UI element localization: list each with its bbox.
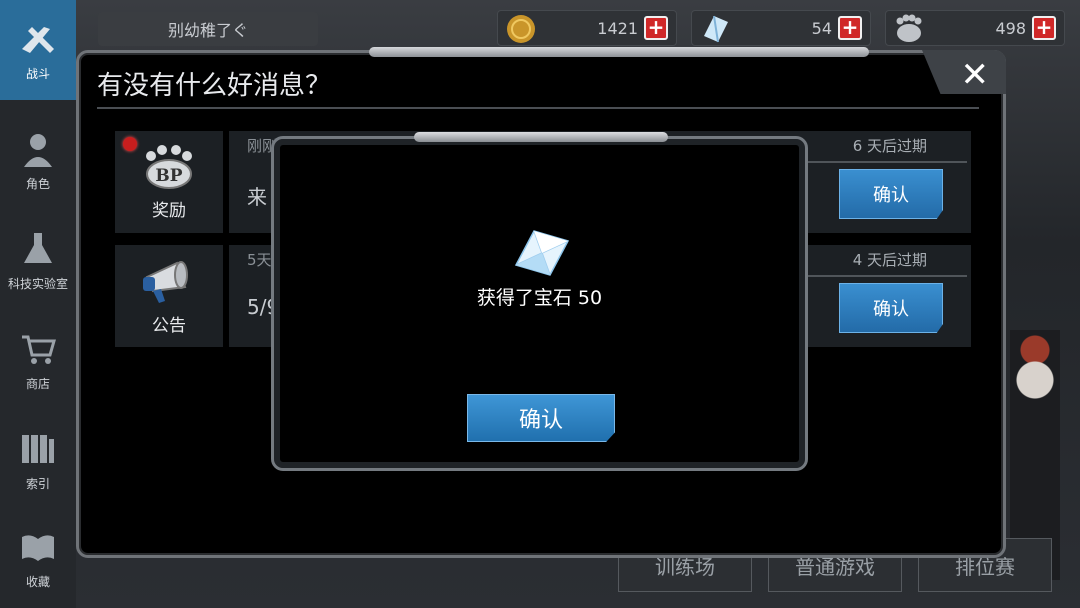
popup-confirm-button[interactable]: 确认 xyxy=(467,394,615,442)
nav-battle-label: 战斗 xyxy=(25,66,50,81)
guns-icon xyxy=(22,26,54,53)
reward-message: 获得了宝石 50 xyxy=(476,287,603,309)
bp-icon xyxy=(896,14,922,42)
cart-icon xyxy=(22,335,56,364)
coin-icon xyxy=(507,15,535,43)
reward-popup: 获得了宝石 50 确认 xyxy=(271,132,808,471)
nav-character[interactable]: 角色 xyxy=(0,110,76,210)
gem-icon xyxy=(704,15,728,43)
mail-confirm-button[interactable]: 确认 xyxy=(839,169,943,219)
window-handle xyxy=(369,47,869,57)
nav-shop[interactable]: 商店 xyxy=(0,310,76,410)
title-divider xyxy=(97,107,979,109)
bp-counter: 498 + xyxy=(885,10,1065,46)
gem-counter: 54 + xyxy=(691,10,871,46)
coin-counter: 1421 + xyxy=(497,10,677,46)
close-button[interactable]: ✕ xyxy=(961,55,990,95)
side-navigation: 战斗 角色 科技实验室 商店 索引 收藏 xyxy=(0,0,76,608)
unread-indicator xyxy=(123,137,137,151)
svg-text:BP: BP xyxy=(155,166,182,186)
gem-icon xyxy=(514,230,570,276)
open-book-icon xyxy=(22,534,54,561)
nav-shop-label: 商店 xyxy=(25,376,50,391)
mail-item-icon-label: 公告 xyxy=(152,315,186,336)
mail-item-icon-label: 奖励 xyxy=(152,200,186,221)
mail-item-text: 来 xyxy=(247,185,267,209)
nav-index[interactable]: 索引 xyxy=(0,410,76,510)
nav-character-label: 角色 xyxy=(25,176,50,191)
nav-battle[interactable]: 战斗 xyxy=(0,0,76,100)
mail-item-icon-box: 公告 xyxy=(115,245,223,347)
player-name[interactable]: 别幼稚了ぐ xyxy=(98,12,318,46)
bp-value: 498 xyxy=(995,18,1026,38)
coin-value: 1421 xyxy=(597,18,638,38)
expire-divider xyxy=(807,161,967,163)
add-bp-button[interactable]: + xyxy=(1032,16,1056,40)
bp-paw-icon: BP xyxy=(146,144,192,189)
books-icon xyxy=(22,434,54,463)
mail-item-subtitle: 5天 xyxy=(247,251,272,269)
nav-lab-label: 科技实验室 xyxy=(7,276,68,291)
character-icon xyxy=(24,133,52,167)
mail-item-expire: 6 天后过期 xyxy=(852,137,927,155)
megaphone-icon xyxy=(143,260,188,303)
add-coin-button[interactable]: + xyxy=(644,16,668,40)
mail-confirm-button[interactable]: 确认 xyxy=(839,283,943,333)
flask-icon xyxy=(24,232,52,263)
gem-value: 54 xyxy=(811,18,832,38)
mail-title: 有没有什么好消息？ xyxy=(97,71,332,101)
popup-handle xyxy=(414,132,668,142)
mail-item-icon-box: BP 奖励 xyxy=(115,131,223,233)
add-gem-button[interactable]: + xyxy=(838,16,862,40)
nav-collection[interactable]: 收藏 xyxy=(0,508,76,608)
nav-collection-label: 收藏 xyxy=(25,574,50,589)
expire-divider xyxy=(807,275,967,277)
nav-lab[interactable]: 科技实验室 xyxy=(0,210,76,310)
nav-index-label: 索引 xyxy=(25,476,50,491)
mail-item-expire: 4 天后过期 xyxy=(852,251,927,269)
